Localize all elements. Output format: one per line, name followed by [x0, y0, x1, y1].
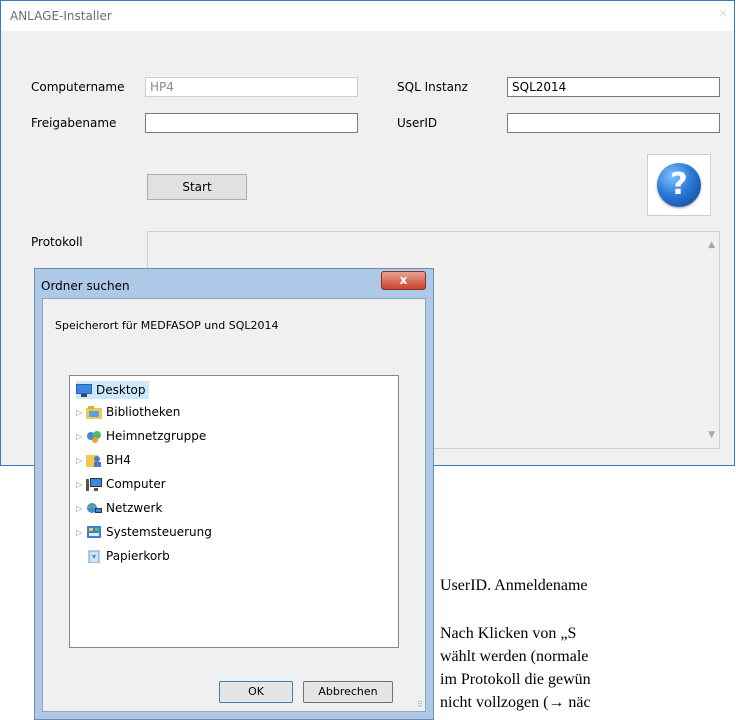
scroll-up-icon[interactable]: ▲ — [708, 240, 715, 250]
tree-item-desktop[interactable]: Desktop — [76, 381, 149, 399]
scroll-down-icon[interactable]: ▼ — [708, 430, 715, 440]
tree-item-heimnetzgruppe[interactable]: ▷ Heimnetzgruppe — [76, 427, 206, 445]
doc-line-5: nicht vollzogen (→ näc — [440, 694, 591, 711]
start-button[interactable]: Start — [147, 174, 247, 200]
recycle-bin-icon — [86, 550, 102, 564]
user-folder-icon — [86, 454, 102, 467]
doc-line-3: wählt werden (normale — [440, 648, 589, 665]
expand-icon[interactable]: ▷ — [76, 524, 86, 542]
resize-grip-icon[interactable]: ⠿ — [417, 700, 423, 709]
computer-icon — [86, 478, 102, 491]
installer-titlebar: ANLAGE-Installer ✕ — [1, 1, 734, 32]
close-icon: x — [399, 273, 408, 287]
ok-button[interactable]: OK — [219, 681, 293, 703]
sql-instanz-label: SQL Instanz — [397, 80, 468, 94]
close-icon[interactable]: ✕ — [714, 7, 732, 23]
expand-icon[interactable]: ▷ — [76, 500, 86, 518]
tree-item-netzwerk[interactable]: ▷ Netzwerk — [76, 499, 162, 517]
folder-tree[interactable]: Desktop ▷ Bibliotheken ▷ Heimnetzgruppe … — [69, 375, 399, 648]
tree-item-systemsteuerung[interactable]: ▷ Systemsteuerung — [76, 523, 212, 541]
installer-title: ANLAGE-Installer — [10, 9, 112, 23]
expand-icon[interactable]: ▷ — [76, 452, 86, 470]
computername-label: Computername — [31, 80, 125, 94]
network-icon — [86, 502, 102, 515]
doc-line-2: Nach Klicken von „S — [440, 625, 577, 642]
control-panel-icon — [86, 526, 102, 539]
expand-icon[interactable]: ▷ — [76, 428, 86, 446]
userid-field[interactable] — [507, 113, 720, 133]
freigabename-label: Freigabename — [31, 116, 117, 130]
libraries-icon — [86, 406, 102, 419]
tree-item-computer[interactable]: ▷ Computer — [76, 475, 166, 493]
doc-line-4: im Protokoll die gewün — [440, 671, 591, 688]
help-button[interactable]: ? — [647, 154, 711, 216]
protokoll-scrollbar[interactable]: ▲ ▼ — [702, 232, 719, 448]
dialog-client: Speicherort für MEDFASOP und SQL2014 Des… — [42, 298, 426, 712]
folder-dialog: Ordner suchen x Speicherort für MEDFASOP… — [34, 268, 434, 720]
cancel-button[interactable]: Abbrechen — [303, 681, 393, 703]
help-icon: ? — [657, 163, 701, 207]
sql-instanz-field[interactable]: SQL2014 — [507, 77, 720, 97]
protokoll-label: Protokoll — [31, 235, 83, 249]
tree-item-bh4[interactable]: ▷ BH4 — [76, 451, 131, 469]
expand-icon[interactable]: ▷ — [76, 476, 86, 494]
computername-field[interactable]: HP4 — [145, 77, 358, 97]
freigabename-field[interactable] — [145, 113, 358, 133]
homegroup-icon — [86, 430, 102, 443]
dialog-description: Speicherort für MEDFASOP und SQL2014 — [55, 319, 279, 332]
dialog-close-button[interactable]: x — [381, 271, 426, 290]
doc-line-1: UserID. Anmeldename — [440, 577, 588, 594]
desktop-icon — [76, 384, 92, 397]
tree-item-bibliotheken[interactable]: ▷ Bibliotheken — [76, 403, 180, 421]
dialog-title: Ordner suchen — [41, 279, 130, 293]
expand-icon[interactable]: ▷ — [76, 404, 86, 422]
userid-label: UserID — [397, 116, 438, 130]
tree-item-papierkorb[interactable]: Papierkorb — [86, 547, 170, 565]
